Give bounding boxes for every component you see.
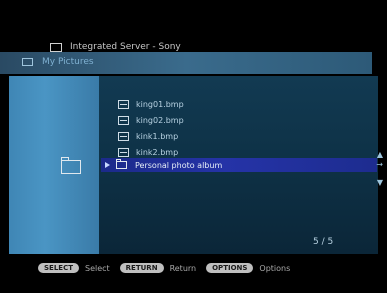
folder-icon xyxy=(116,159,127,169)
image-icon xyxy=(118,99,129,109)
scroll-up-icon[interactable]: ▲ xyxy=(377,150,383,159)
current-folder-row: My Pictures xyxy=(22,55,94,69)
list-item-label: kink2.bmp xyxy=(136,147,179,157)
media-browser-screen: Integrated Server - Sony My Pictures kin… xyxy=(0,0,387,293)
image-icon xyxy=(118,115,129,125)
left-preview-panel xyxy=(9,76,99,254)
navigate-right-icon[interactable]: → xyxy=(376,160,383,169)
selected-row: Personal photo album xyxy=(105,159,222,171)
scroll-down-icon[interactable]: ▼ xyxy=(377,178,383,187)
return-label: Return xyxy=(169,263,197,273)
list-item-label: kink1.bmp xyxy=(136,131,179,141)
select-label: Select xyxy=(84,263,110,273)
options-label: Options xyxy=(259,263,291,273)
selection-arrow-icon xyxy=(105,162,110,168)
return-button[interactable]: RETURN xyxy=(119,263,164,273)
list-item[interactable]: kink2.bmp xyxy=(118,146,178,158)
select-button[interactable]: SELECT xyxy=(38,263,79,273)
server-title: Integrated Server - Sony xyxy=(70,42,181,52)
tv-icon xyxy=(22,58,33,66)
folder-icon xyxy=(61,157,81,174)
list-item-label: king01.bmp xyxy=(136,99,184,109)
image-icon xyxy=(118,147,129,157)
monitor-icon xyxy=(50,42,62,54)
button-hints: SELECT Select RETURN Return OPTIONS Opti… xyxy=(38,262,294,274)
selected-list-item[interactable]: Personal photo album xyxy=(101,158,377,172)
list-item[interactable]: king02.bmp xyxy=(118,114,184,126)
list-item[interactable]: king01.bmp xyxy=(118,98,184,110)
current-folder-label: My Pictures xyxy=(42,57,94,67)
options-button[interactable]: OPTIONS xyxy=(206,263,254,273)
list-item-label: king02.bmp xyxy=(136,115,184,125)
page-indicator: 5 / 5 xyxy=(313,237,334,247)
current-folder-bar[interactable]: My Pictures xyxy=(0,52,372,74)
image-icon xyxy=(118,131,129,141)
selected-item-label: Personal photo album xyxy=(135,160,223,170)
list-item[interactable]: kink1.bmp xyxy=(118,130,178,142)
